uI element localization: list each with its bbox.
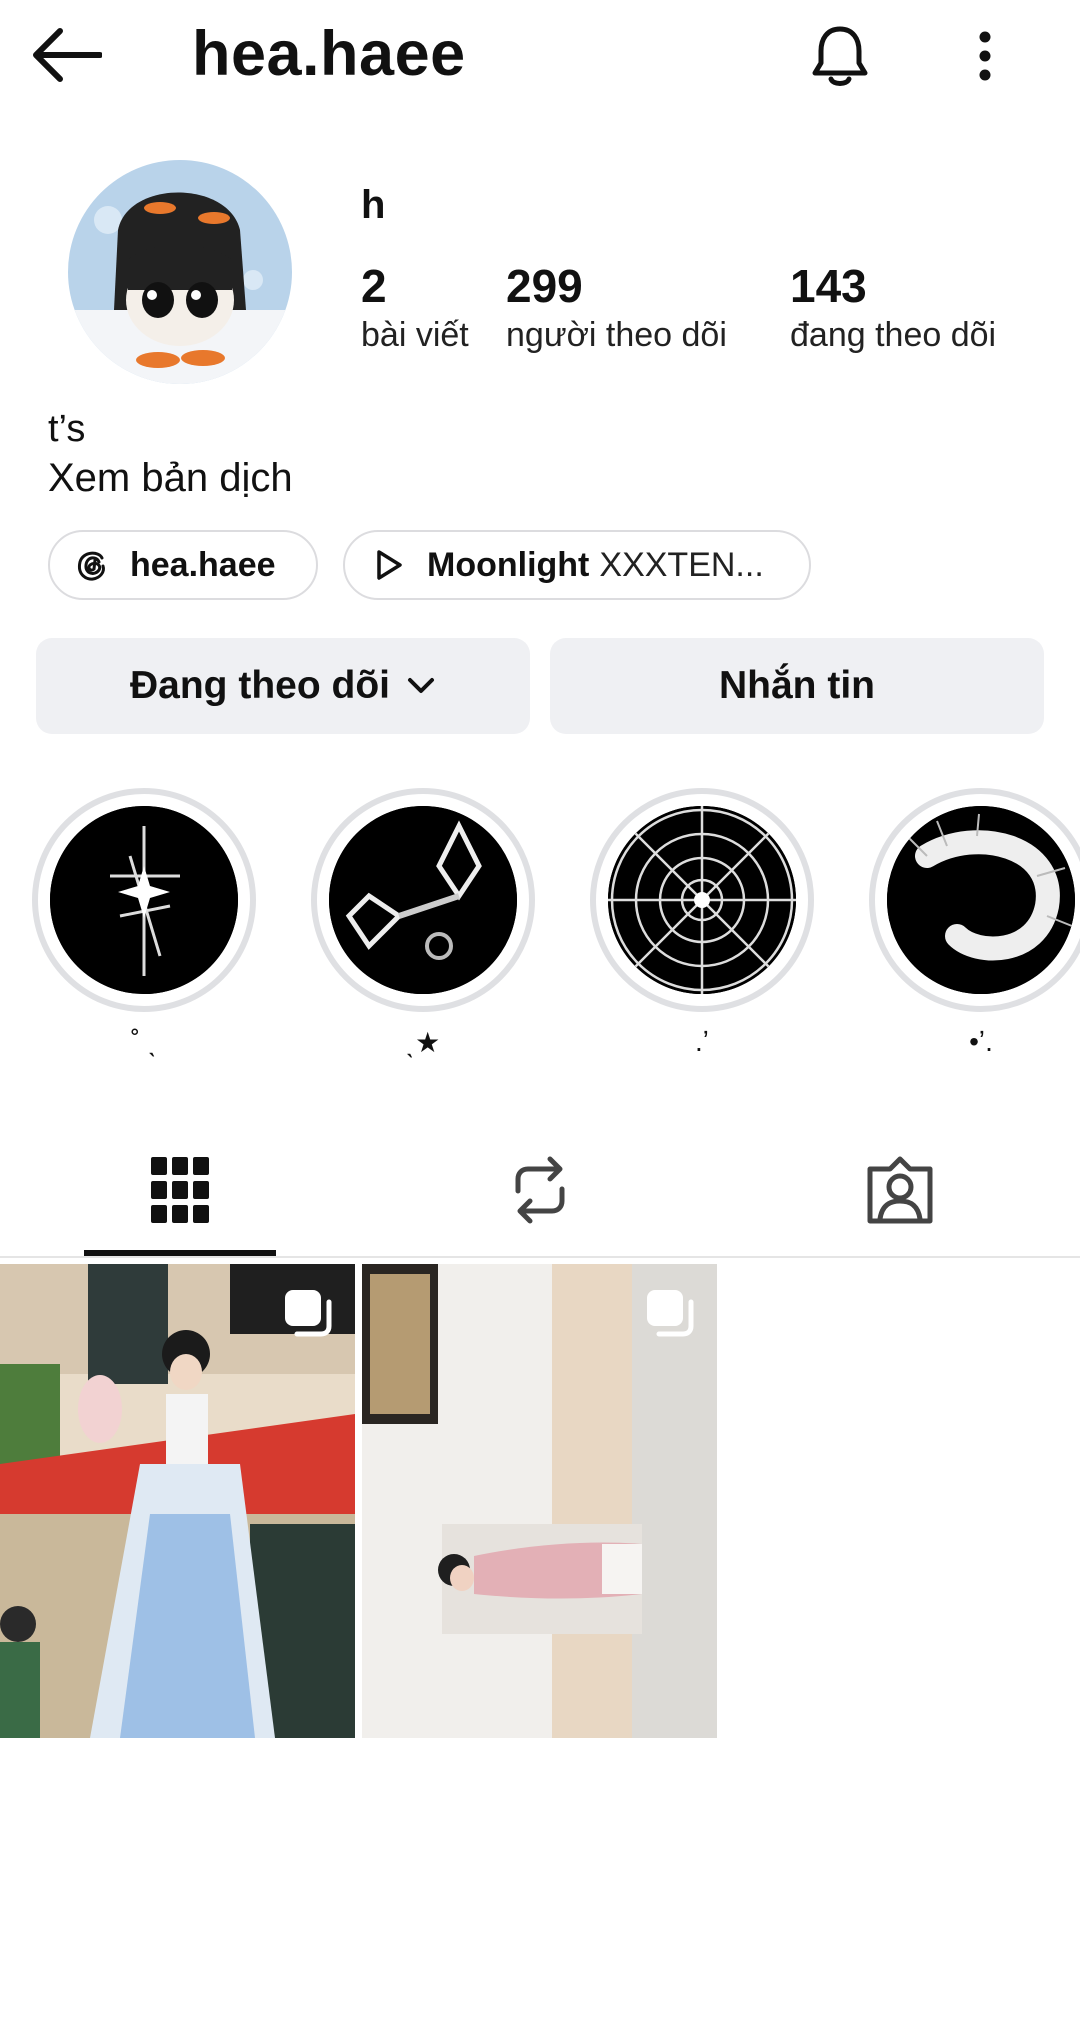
back-button[interactable] <box>30 22 114 88</box>
multiple-images-icon <box>647 1290 694 1337</box>
story-highlight[interactable]: .ʼ <box>590 788 814 1066</box>
post-thumbnail[interactable] <box>362 1264 717 1738</box>
tab-tagged[interactable] <box>860 1150 940 1230</box>
following-button[interactable]: Đang theo dõi <box>36 638 530 734</box>
profile-avatar[interactable] <box>68 160 292 384</box>
highlight-ring <box>32 788 256 1012</box>
music-title: Moonlight <box>427 545 590 584</box>
message-button-label: Nhắn tin <box>719 664 875 707</box>
post-thumbnail[interactable] <box>0 1264 355 1738</box>
story-highlight[interactable]: ˚ ˎ <box>32 788 256 1066</box>
grid-icon <box>151 1157 209 1223</box>
tab-posts-grid[interactable] <box>140 1150 220 1230</box>
highlight-cover <box>608 806 796 994</box>
tabs-divider <box>0 1256 1080 1258</box>
highlight-ring <box>869 788 1080 1012</box>
highlight-ring <box>590 788 814 1012</box>
posts-count-value: 2 <box>361 260 387 312</box>
repost-icon <box>515 1156 565 1224</box>
threads-icon <box>74 547 110 583</box>
following-count-value: 143 <box>790 260 867 312</box>
highlight-cover <box>329 806 517 994</box>
followers-count[interactable]: 299 người theo dõi <box>506 258 727 356</box>
notifications-button[interactable] <box>805 20 875 92</box>
bell-icon <box>812 26 868 86</box>
threads-handle: hea.haee <box>130 545 276 584</box>
profile-music-chip[interactable]: Moonlight XXXTEN... <box>343 530 811 600</box>
followers-count-label: người theo dõi <box>506 316 727 354</box>
highlight-ring <box>311 788 535 1012</box>
posts-count: 2 bài viết <box>361 258 469 356</box>
tagged-icon <box>867 1156 933 1224</box>
following-count[interactable]: 143 đang theo dõi <box>790 258 996 356</box>
highlight-caption: •ʼ. <box>969 1026 993 1057</box>
chevron-down-icon <box>407 678 434 693</box>
profile-tabs <box>0 1120 1080 1256</box>
multiple-images-icon <box>285 1290 332 1337</box>
more-vertical-icon <box>979 31 991 81</box>
tab-reposts[interactable] <box>500 1150 580 1230</box>
music-artist: XXXTEN... <box>599 545 764 584</box>
message-button[interactable]: Nhắn tin <box>550 638 1044 734</box>
highlight-caption: .ʼ <box>695 1026 709 1057</box>
profile-bio: t’s <box>48 408 86 450</box>
followers-count-value: 299 <box>506 260 583 312</box>
threads-profile-chip[interactable]: hea.haee <box>48 530 318 600</box>
story-highlight[interactable]: ˎ★ <box>311 788 535 1066</box>
highlight-cover <box>887 806 1075 994</box>
avatar-illustration <box>68 160 292 384</box>
highlight-caption: ˎ★ <box>405 1027 441 1058</box>
highlight-caption: ˚ ˎ <box>130 1026 158 1057</box>
story-highlight[interactable]: •ʼ. <box>869 788 1080 1066</box>
following-count-label: đang theo dõi <box>790 316 997 354</box>
play-icon <box>371 547 407 583</box>
profile-username: hea.haee <box>192 19 466 89</box>
highlight-cover <box>50 806 238 994</box>
arrow-left-icon <box>33 28 102 82</box>
posts-count-label: bài viết <box>361 316 469 354</box>
following-button-label: Đang theo dõi <box>130 664 390 707</box>
more-options-button[interactable] <box>960 24 1010 88</box>
display-name: h <box>361 183 386 227</box>
see-translation-link[interactable]: Xem bản dịch <box>48 456 293 501</box>
